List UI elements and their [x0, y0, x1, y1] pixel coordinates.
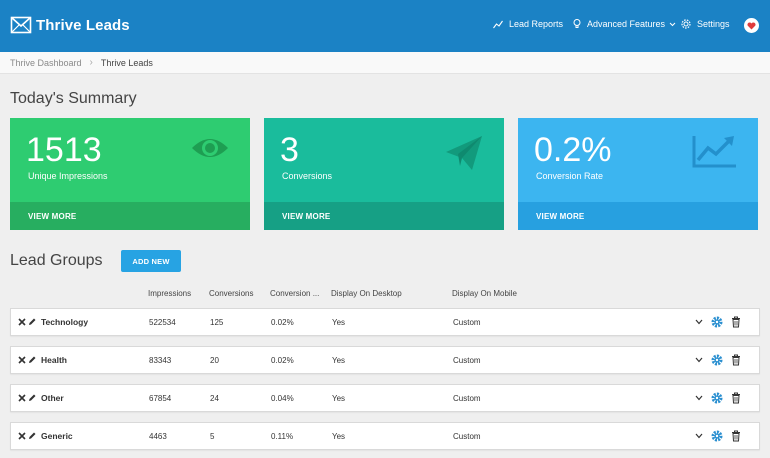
row-conversion-rate: 0.02%	[271, 356, 294, 365]
conversion-rate-view-more-button[interactable]: VIEW MORE	[518, 202, 758, 230]
paper-plane-icon	[446, 136, 482, 170]
gear-icon[interactable]	[711, 392, 723, 404]
impressions-view-more-button[interactable]: VIEW MORE	[10, 202, 250, 230]
row-display-mobile: Custom	[453, 432, 481, 441]
row-name: Generic	[41, 431, 73, 441]
chevron-down-icon[interactable]	[695, 433, 703, 439]
summary-title: Today's Summary	[10, 90, 137, 107]
row-impressions: 4463	[149, 432, 167, 441]
gear-icon[interactable]	[711, 316, 723, 328]
row-display-desktop: Yes	[332, 394, 346, 403]
gear-icon	[681, 19, 691, 29]
row-name: Other	[41, 393, 64, 403]
conversions-card: 3 Conversions VIEW MORE	[264, 118, 504, 230]
row-display-desktop: Yes	[332, 432, 346, 441]
column-header-conversion-rate[interactable]: Conversion ...	[270, 289, 319, 298]
trash-icon[interactable]	[731, 354, 741, 366]
conversions-label: Conversions	[282, 171, 333, 181]
column-header-conversions[interactable]: Conversions	[209, 289, 253, 298]
column-header-display-desktop[interactable]: Display On Desktop	[331, 289, 402, 298]
trash-icon[interactable]	[731, 392, 741, 404]
trash-icon[interactable]	[731, 430, 741, 442]
chevron-down-icon[interactable]	[695, 357, 703, 363]
app-name: Thrive Leads	[36, 16, 130, 34]
column-header-impressions[interactable]: Impressions	[148, 289, 191, 298]
nav-advanced-features[interactable]: Advanced Features	[573, 19, 676, 29]
conversion-rate-label: Conversion Rate	[536, 171, 604, 181]
brand[interactable]: Thrive Leads	[10, 14, 130, 36]
heart-icon	[747, 21, 756, 29]
gear-icon[interactable]	[711, 354, 723, 366]
row-conversions: 5	[210, 432, 215, 441]
nav-lead-reports-label: Lead Reports	[509, 19, 564, 29]
row-name: Technology	[41, 317, 89, 327]
chevron-down-icon	[669, 22, 676, 26]
gear-icon[interactable]	[711, 430, 723, 442]
trash-icon[interactable]	[731, 316, 741, 328]
table-row[interactable]: Health 83343 20 0.02% Yes Custom	[10, 346, 760, 374]
lightbulb-icon	[573, 19, 581, 28]
row-display-mobile: Custom	[453, 356, 481, 365]
drag-handle-icon[interactable]	[18, 432, 26, 440]
row-display-mobile: Custom	[453, 318, 481, 327]
table-row[interactable]: Technology 522534 125 0.02% Yes Custom	[10, 308, 760, 336]
table-row[interactable]: Other 67854 24 0.04% Yes Custom	[10, 384, 760, 412]
drag-handle-icon[interactable]	[18, 318, 26, 326]
breadcrumb: Thrive Dashboard › Thrive Leads	[0, 52, 770, 74]
conversion-rate-value: 0.2%	[534, 131, 612, 169]
row-impressions: 522534	[149, 318, 176, 327]
favorite-button[interactable]	[744, 18, 759, 33]
impressions-label: Unique Impressions	[28, 171, 108, 181]
nav-lead-reports[interactable]: Lead Reports	[493, 19, 563, 29]
pencil-icon[interactable]	[28, 394, 36, 402]
pencil-icon[interactable]	[28, 432, 36, 440]
row-conversion-rate: 0.02%	[271, 318, 294, 327]
table-row[interactable]: Generic 4463 5 0.11% Yes Custom	[10, 422, 760, 450]
drag-handle-icon[interactable]	[18, 394, 26, 402]
row-conversions: 24	[210, 394, 219, 403]
trend-line-icon	[493, 20, 503, 28]
lead-groups-title: Lead Groups	[10, 252, 103, 269]
row-display-desktop: Yes	[332, 318, 346, 327]
row-name: Health	[41, 355, 67, 365]
chevron-down-icon[interactable]	[695, 395, 703, 401]
conversions-view-more-button[interactable]: VIEW MORE	[264, 202, 504, 230]
row-impressions: 67854	[149, 394, 172, 403]
impressions-value: 1513	[26, 131, 102, 169]
breadcrumb-current: Thrive Leads	[100, 57, 153, 68]
nav-settings-label: Settings	[697, 19, 730, 29]
conversions-value: 3	[280, 131, 299, 169]
pencil-icon[interactable]	[28, 356, 36, 364]
row-conversions: 20	[210, 356, 219, 365]
conversion-rate-card: 0.2% Conversion Rate VIEW MORE	[518, 118, 758, 230]
nav-settings[interactable]: Settings	[681, 19, 730, 29]
top-navbar: Thrive Leads Lead Reports Advanced Featu…	[0, 0, 770, 52]
breadcrumb-separator-icon: ›	[89, 57, 93, 68]
breadcrumb-dashboard-link[interactable]: Thrive Dashboard	[10, 58, 82, 68]
impressions-card: 1513 Unique Impressions VIEW MORE	[10, 118, 250, 230]
row-display-mobile: Custom	[453, 394, 481, 403]
row-conversions: 125	[210, 318, 224, 327]
thrive-logo-icon	[10, 16, 32, 34]
chart-trend-icon	[692, 136, 736, 168]
column-header-display-mobile[interactable]: Display On Mobile	[452, 289, 517, 298]
add-new-button[interactable]: ADD NEW	[121, 250, 181, 272]
drag-handle-icon[interactable]	[18, 356, 26, 364]
chevron-down-icon[interactable]	[695, 319, 703, 325]
eye-icon	[192, 139, 228, 157]
row-conversion-rate: 0.04%	[271, 394, 294, 403]
pencil-icon[interactable]	[28, 318, 36, 326]
row-impressions: 83343	[149, 356, 172, 365]
row-conversion-rate: 0.11%	[271, 432, 294, 441]
nav-advanced-features-label: Advanced Features	[587, 19, 666, 29]
row-display-desktop: Yes	[332, 356, 346, 365]
